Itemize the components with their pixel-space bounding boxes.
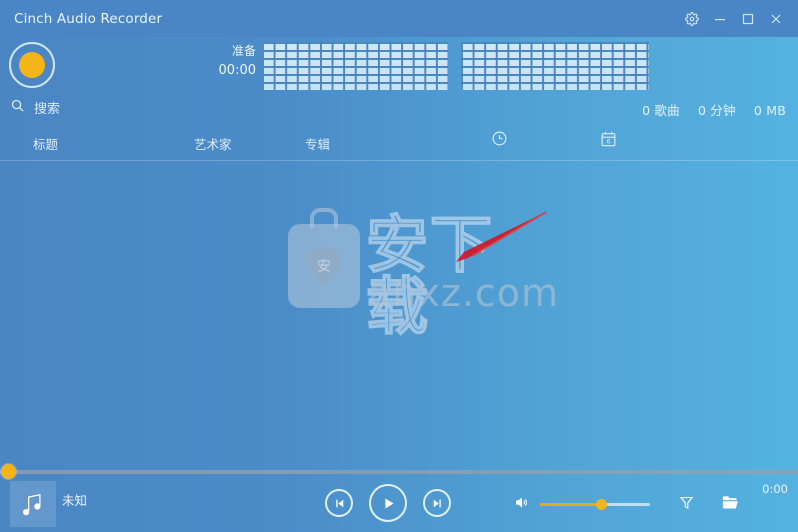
volume-slider-knob[interactable] [596, 499, 607, 510]
volume-slider-fill [540, 503, 602, 506]
maximize-button[interactable] [734, 5, 762, 33]
header-divider [0, 160, 798, 161]
recorder-status-label: 准备 [231, 44, 256, 58]
level-meter-right [461, 42, 649, 90]
progress-track [0, 470, 798, 474]
minimize-button[interactable] [706, 5, 734, 33]
window-title: Cinch Audio Recorder [14, 10, 163, 27]
column-header-title[interactable]: 标题 [33, 134, 58, 153]
now-playing-title: 未知 [62, 493, 88, 508]
watermark-bag-handle [310, 208, 338, 228]
music-note-icon [18, 489, 48, 519]
volume-control[interactable] [513, 495, 650, 514]
column-header-date-added[interactable]: 6 [600, 130, 617, 151]
library-stats: 0 歌曲 0 分钟 0 MB [628, 100, 786, 119]
current-time: 0:00 [762, 482, 788, 496]
stat-songs: 0 歌曲 [642, 103, 680, 118]
recorder-bar: 准备 00:00 [0, 37, 798, 95]
record-button[interactable] [9, 42, 55, 88]
search-icon [10, 98, 25, 117]
level-meter-left [262, 42, 448, 90]
recorder-status: 准备 00:00 [196, 41, 256, 81]
player-bar: 未知 0:00 [0, 476, 798, 532]
close-button[interactable] [762, 5, 790, 33]
stat-size: 0 MB [753, 103, 786, 118]
settings-button[interactable] [678, 5, 706, 33]
stat-duration: 0 分钟 [697, 103, 736, 118]
app-window: Cinch Audio Recorder 准备 00:00 搜索 0 歌曲 0 … [0, 0, 798, 532]
calendar-icon: 6 [600, 131, 617, 151]
column-header-artist[interactable]: 艺术家 [194, 134, 232, 153]
volume-icon[interactable] [513, 495, 530, 514]
previous-button[interactable] [325, 489, 353, 517]
column-header-album[interactable]: 专辑 [305, 134, 330, 153]
svg-text:6: 6 [606, 138, 610, 146]
title-bar: Cinch Audio Recorder [0, 0, 798, 37]
next-button[interactable] [423, 489, 451, 517]
watermark: 安 安下载 anxz.com [288, 208, 558, 338]
window-controls [678, 0, 790, 37]
player-right-actions [678, 494, 740, 515]
watermark-domain: anxz.com [368, 271, 560, 315]
watermark-shield-icon: 安 [308, 246, 340, 286]
watermark-bag-icon: 安 [288, 224, 360, 308]
transport-controls [325, 484, 451, 522]
search-bar: 搜索 0 歌曲 0 分钟 0 MB [0, 96, 798, 125]
search-placeholder: 搜索 [34, 102, 61, 117]
volume-slider-track[interactable] [540, 499, 650, 510]
playback-progress-slider[interactable] [0, 464, 798, 479]
play-button[interactable] [369, 484, 407, 522]
folder-icon[interactable] [721, 494, 740, 515]
filter-icon[interactable] [678, 494, 695, 515]
album-art [10, 481, 56, 527]
column-headers: 标题 艺术家 专辑 6 [0, 126, 798, 161]
search-field[interactable]: 搜索 [10, 98, 60, 117]
clock-icon [491, 131, 508, 150]
column-header-duration[interactable] [491, 130, 508, 150]
recorder-elapsed-time: 00:00 [218, 63, 256, 78]
record-indicator [19, 52, 45, 78]
